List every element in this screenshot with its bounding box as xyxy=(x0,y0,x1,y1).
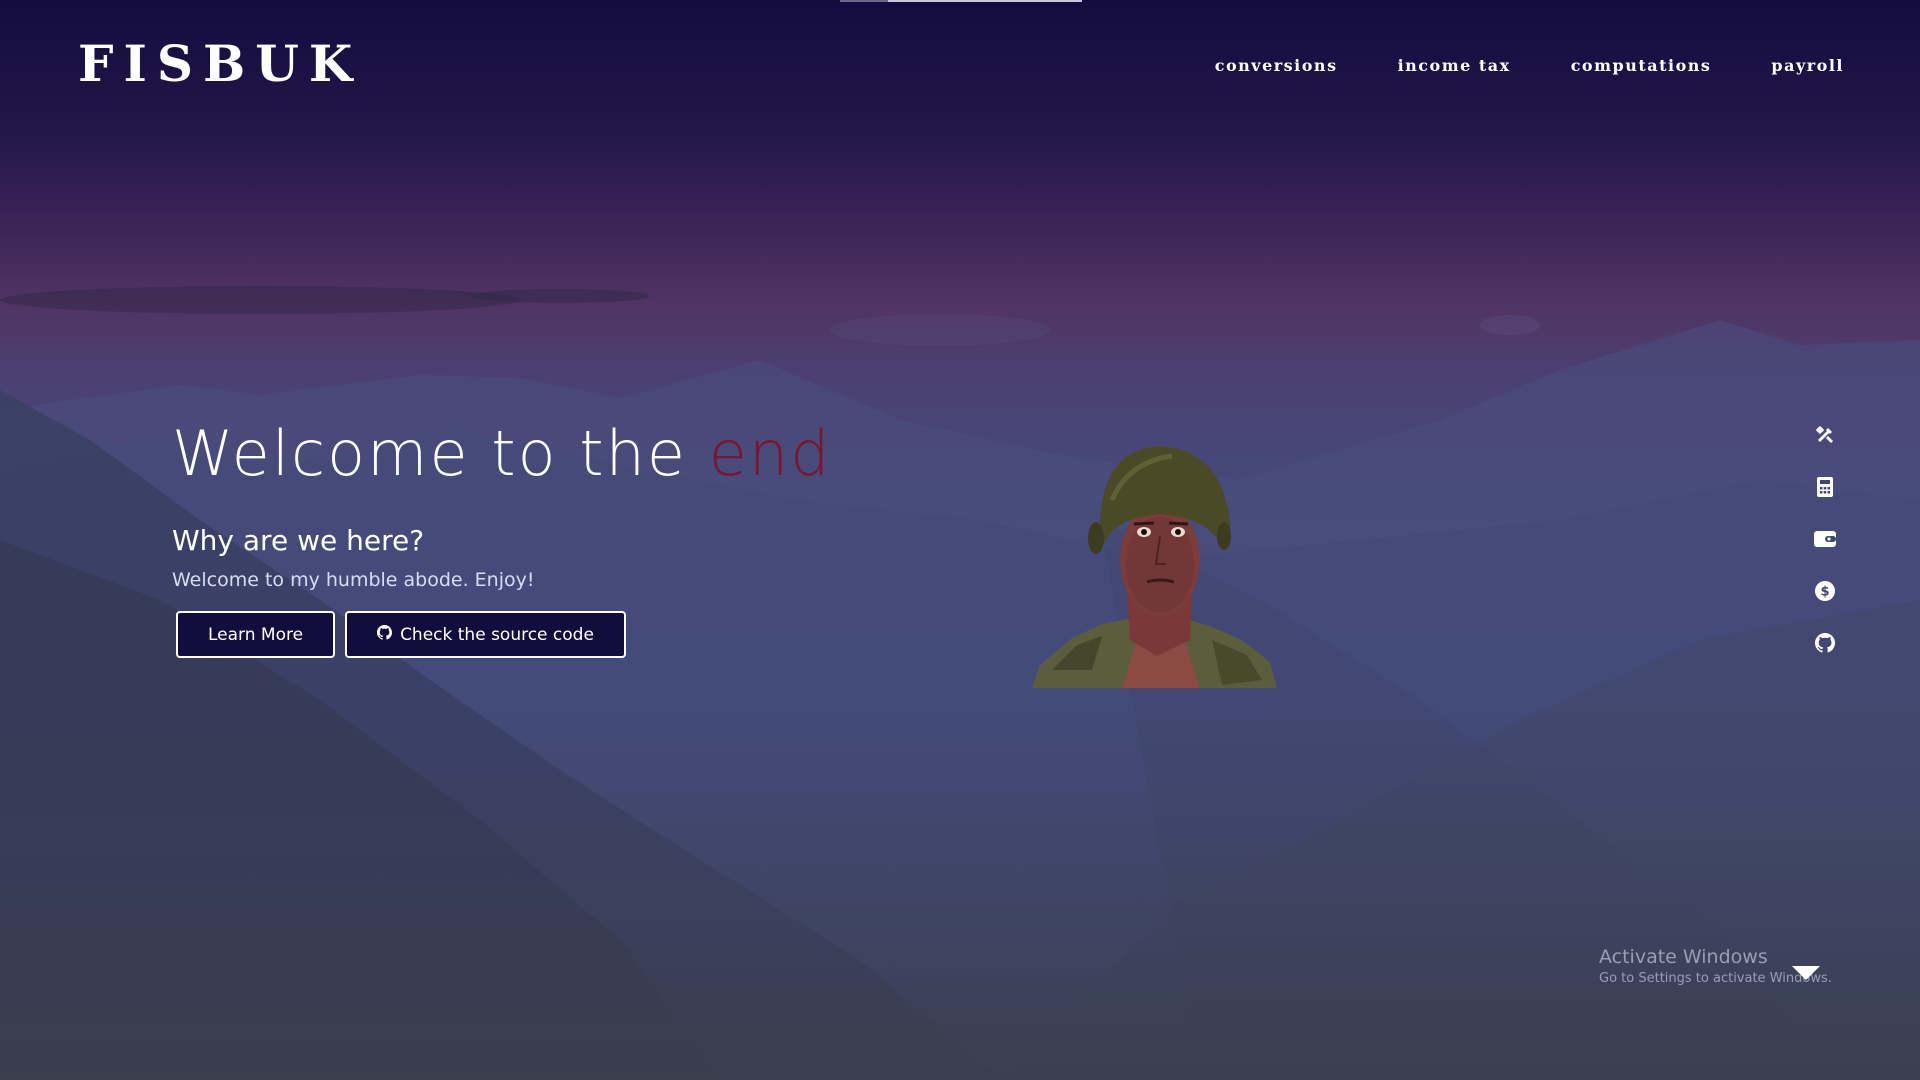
source-code-button[interactable]: Check the source code xyxy=(345,611,626,659)
page-load-progress-bar xyxy=(840,0,1082,2)
github-icon xyxy=(377,624,393,645)
hero-text: Welcome to my humble abode. Enjoy! xyxy=(172,569,535,592)
dollar-coin-icon[interactable]: $ xyxy=(1814,580,1836,602)
activation-title: Activate Windows xyxy=(1599,946,1768,968)
hero-title-accent: end xyxy=(708,417,832,490)
soldier-portrait-image xyxy=(1032,446,1277,688)
nav-item-computations[interactable]: computations xyxy=(1571,56,1712,75)
wallet-icon[interactable] xyxy=(1814,528,1836,550)
top-navigation: conversions income tax computations payr… xyxy=(1215,56,1844,75)
nav-item-conversions[interactable]: conversions xyxy=(1215,56,1338,75)
scroll-down-arrow-icon[interactable] xyxy=(1792,966,1820,980)
github-icon[interactable] xyxy=(1814,632,1836,654)
side-icon-bar: $ xyxy=(1814,424,1836,654)
hero-title: Welcome to the end xyxy=(172,417,832,490)
tools-icon[interactable] xyxy=(1814,424,1836,446)
brand-logo[interactable]: FISBUK xyxy=(78,34,362,93)
hero-section: Welcome to the end Why are we here? Welc… xyxy=(172,417,832,659)
hero-subtitle: Why are we here? xyxy=(172,524,425,558)
nav-item-payroll[interactable]: payroll xyxy=(1771,56,1844,75)
hero-buttons: Learn More Check the source code xyxy=(176,611,832,659)
hero-title-prefix: Welcome to the xyxy=(172,417,709,490)
source-code-label: Check the source code xyxy=(400,624,594,645)
svg-text:$: $ xyxy=(1820,585,1829,600)
landing-page: FISBUK conversions income tax computatio… xyxy=(0,0,1920,1080)
learn-more-label: Learn More xyxy=(208,624,304,645)
nav-item-income-tax[interactable]: income tax xyxy=(1398,56,1511,75)
learn-more-button[interactable]: Learn More xyxy=(176,611,336,659)
calculator-icon[interactable] xyxy=(1814,476,1836,498)
